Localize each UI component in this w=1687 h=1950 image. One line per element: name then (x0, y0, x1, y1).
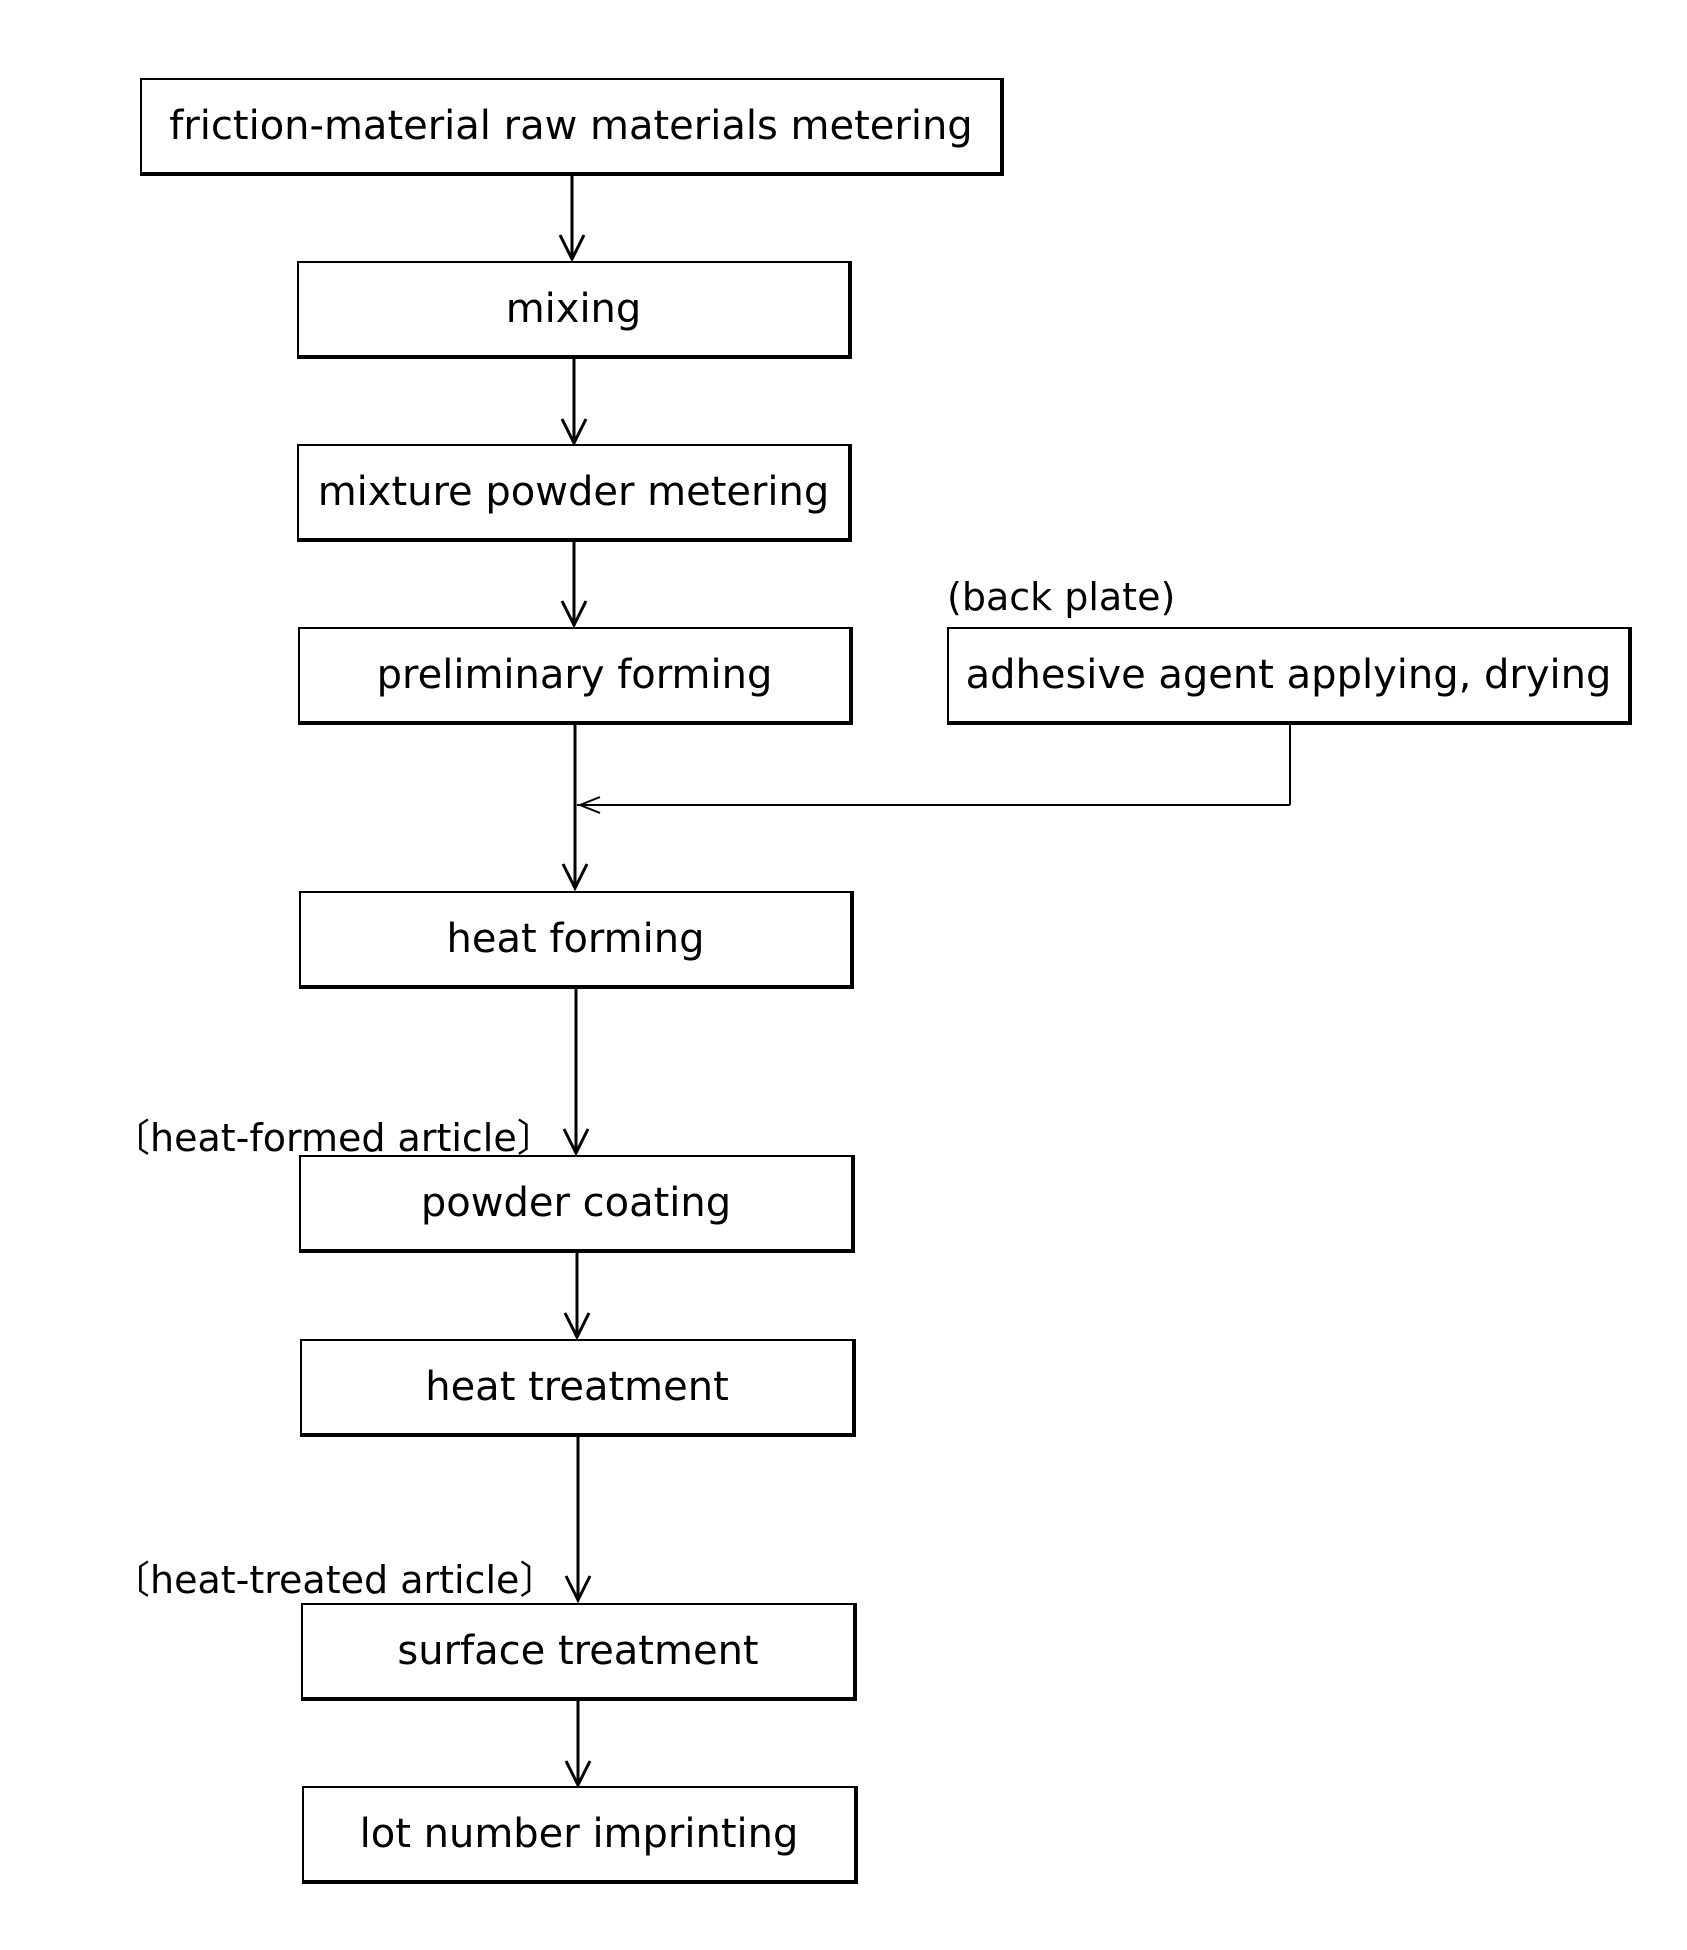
annotation-back-plate: (back plate) (947, 575, 1176, 619)
step-label: heat treatment (425, 1364, 729, 1410)
step-raw-materials-metering: friction-material raw materials metering (140, 78, 1004, 176)
step-mixing: mixing (297, 261, 852, 359)
step-heat-forming: heat forming (299, 891, 854, 989)
step-label: mixing (505, 286, 642, 332)
step-heat-treatment: heat treatment (300, 1339, 856, 1437)
step-label: powder coating (420, 1180, 732, 1226)
step-label: preliminary forming (376, 652, 773, 698)
step-label: lot number imprinting (359, 1811, 799, 1857)
step-label: heat forming (446, 916, 705, 962)
step-preliminary-forming: preliminary forming (298, 627, 853, 725)
step-label: adhesive agent applying, drying (965, 652, 1612, 698)
step-surface-treatment: surface treatment (301, 1603, 857, 1701)
step-mixture-powder-metering: mixture powder metering (297, 444, 852, 542)
annotation-heat-formed-article: 〔heat-formed article〕 (112, 1116, 555, 1160)
step-powder-coating: powder coating (299, 1155, 855, 1253)
step-adhesive-applying-drying: adhesive agent applying, drying (947, 627, 1632, 725)
step-label: surface treatment (397, 1628, 759, 1674)
step-label: mixture powder metering (317, 469, 830, 515)
step-label: friction-material raw materials metering (169, 103, 973, 149)
step-lot-number-imprinting: lot number imprinting (302, 1786, 858, 1884)
annotation-heat-treated-article: 〔heat-treated article〕 (112, 1558, 558, 1602)
